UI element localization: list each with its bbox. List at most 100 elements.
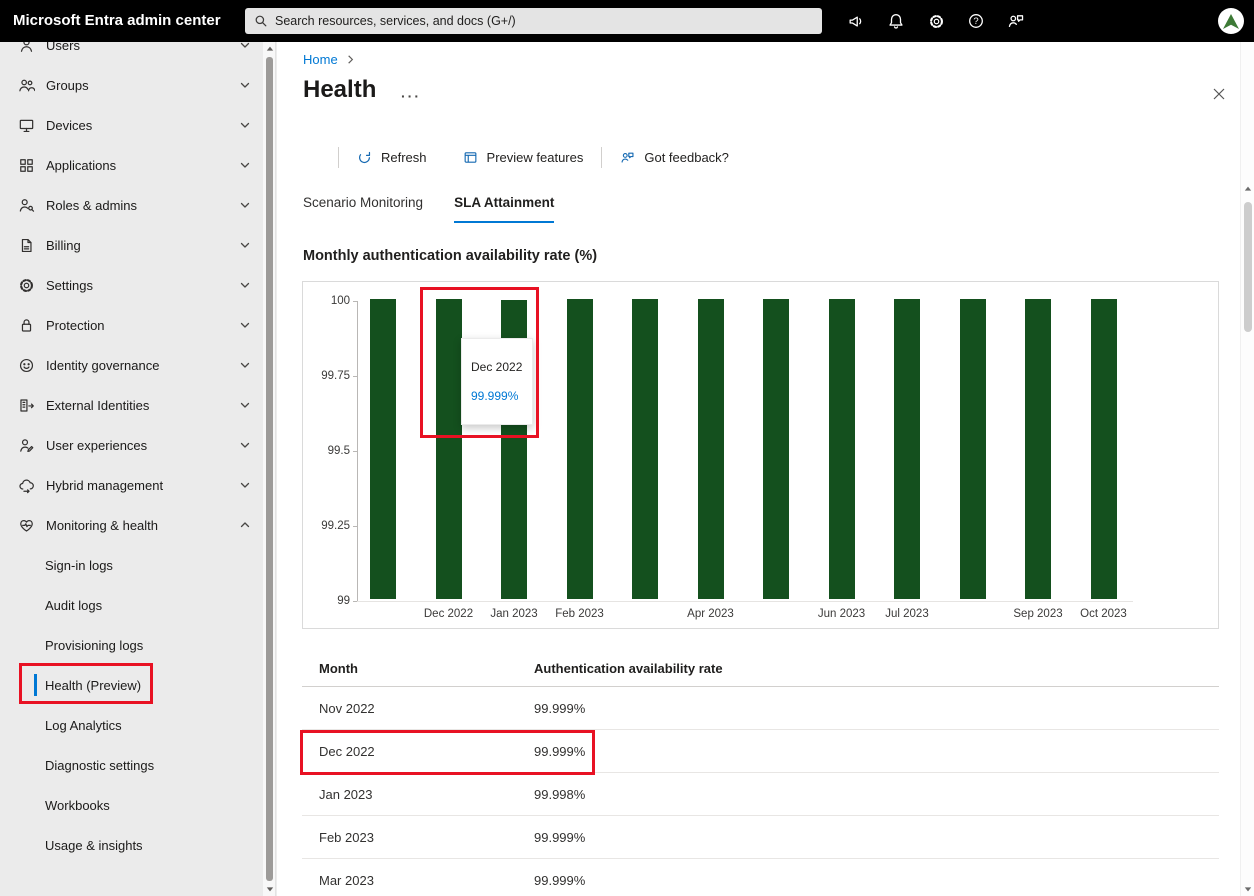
- global-search-input[interactable]: Search resources, services, and docs (G+…: [245, 8, 822, 34]
- sidebar-item-applications[interactable]: Applications: [0, 145, 263, 185]
- preview-features-button[interactable]: Preview features: [445, 142, 602, 172]
- chart-tooltip: Dec 2022 99.999%: [461, 338, 533, 425]
- settings-gear-icon: [18, 277, 35, 294]
- bar-sep-2023[interactable]: [1025, 299, 1051, 599]
- preview-features-label: Preview features: [487, 150, 584, 165]
- scrollbar-thumb[interactable]: [1244, 202, 1252, 332]
- x-axis: [357, 601, 1133, 602]
- topbar-icons: ?: [836, 0, 1036, 42]
- feedback-icon[interactable]: [996, 0, 1036, 42]
- bar-mar-2023[interactable]: [632, 299, 658, 599]
- scroll-down-icon[interactable]: [263, 882, 276, 896]
- protection-lock-icon: [18, 317, 35, 334]
- bar-dec-2022[interactable]: [436, 299, 462, 599]
- sidebar-item-label: Health (Preview): [45, 678, 141, 693]
- x-axis-label: Jan 2023: [481, 608, 547, 620]
- search-placeholder: Search resources, services, and docs (G+…: [275, 14, 516, 28]
- y-axis-tick: [353, 301, 357, 302]
- bar-jul-2023[interactable]: [894, 299, 920, 599]
- bar-apr-2023[interactable]: [698, 299, 724, 599]
- x-axis-label: Oct 2023: [1071, 608, 1137, 620]
- month-cell: Nov 2022: [302, 701, 534, 716]
- y-axis-tick: [353, 376, 357, 377]
- sidebar-scrollbar[interactable]: [263, 42, 276, 896]
- refresh-button[interactable]: Refresh: [339, 142, 445, 172]
- settings-gear-icon[interactable]: [916, 0, 956, 42]
- chevron-down-icon: [239, 439, 251, 451]
- sidebar-item-settings[interactable]: Settings: [0, 265, 263, 305]
- applications-icon: [18, 157, 35, 174]
- sla-table-body: Nov 202299.999%Dec 202299.999%Jan 202399…: [302, 687, 1219, 896]
- sidebar-item-protection[interactable]: Protection: [0, 305, 263, 345]
- month-cell: Feb 2023: [302, 830, 534, 845]
- sidebar-item-label: Monitoring & health: [46, 518, 158, 533]
- sidebar-item-workbooks[interactable]: Workbooks: [0, 785, 263, 825]
- sidebar-item-usage-insights[interactable]: Usage & insights: [0, 825, 263, 865]
- bar-oct-2023[interactable]: [1091, 299, 1117, 599]
- sidebar-item-provisioning-logs[interactable]: Provisioning logs: [0, 625, 263, 665]
- topbar: Microsoft Entra admin center Search reso…: [0, 0, 1254, 42]
- y-axis: [357, 301, 358, 601]
- sidebar-item-audit-logs[interactable]: Audit logs: [0, 585, 263, 625]
- y-axis-label: 99: [308, 595, 350, 607]
- overflow-menu-button[interactable]: ···: [401, 88, 421, 104]
- tab-scenario-monitoring[interactable]: Scenario Monitoring: [303, 195, 423, 223]
- chevron-up-icon: [239, 519, 251, 531]
- sidebar-item-label: Diagnostic settings: [45, 758, 154, 773]
- sidebar-item-label: Identity governance: [46, 358, 159, 373]
- close-icon[interactable]: [1209, 84, 1229, 104]
- breadcrumb-home-link[interactable]: Home: [303, 52, 338, 67]
- bar-feb-2023[interactable]: [567, 299, 593, 599]
- user-experiences-icon: [18, 437, 35, 454]
- whats-new-icon[interactable]: [836, 0, 876, 42]
- sidebar-item-groups[interactable]: Groups: [0, 65, 263, 105]
- sidebar-item-hybrid-management[interactable]: Hybrid management: [0, 465, 263, 505]
- bar-jun-2023[interactable]: [829, 299, 855, 599]
- avatar[interactable]: [1218, 8, 1244, 34]
- sidebar-item-monitoring-health[interactable]: Monitoring & health: [0, 505, 263, 545]
- sidebar-item-external-identities[interactable]: External Identities: [0, 385, 263, 425]
- table-row-feb-2023: Feb 202399.999%: [302, 816, 1219, 859]
- bar-nov-2022[interactable]: [370, 299, 396, 599]
- page-title: Health: [303, 76, 376, 104]
- sidebar-item-users[interactable]: Users: [0, 42, 263, 65]
- sidebar-item-devices[interactable]: Devices: [0, 105, 263, 145]
- notifications-bell-icon[interactable]: [876, 0, 916, 42]
- groups-icon: [18, 77, 35, 94]
- sidebar-item-health-preview[interactable]: Health (Preview): [0, 665, 263, 705]
- got-feedback-button[interactable]: Got feedback?: [602, 142, 747, 172]
- table-row-jan-2023: Jan 202399.998%: [302, 773, 1219, 816]
- scrollbar-thumb[interactable]: [266, 57, 273, 881]
- sidebar-item-label: Workbooks: [45, 798, 110, 813]
- y-axis-label: 99.25: [308, 520, 350, 532]
- bar-may-2023[interactable]: [763, 299, 789, 599]
- help-icon[interactable]: ?: [956, 0, 996, 42]
- sidebar-item-roles-admins[interactable]: Roles & admins: [0, 185, 263, 225]
- tab-sla-attainment[interactable]: SLA Attainment: [454, 195, 554, 223]
- rate-cell: 99.999%: [534, 744, 585, 759]
- table-row-mar-2023: Mar 202399.999%: [302, 859, 1219, 896]
- search-icon: [254, 14, 268, 28]
- chevron-down-icon: [239, 319, 251, 331]
- scroll-up-icon[interactable]: [1241, 182, 1254, 196]
- refresh-icon: [357, 150, 372, 165]
- sidebar-item-label: Protection: [46, 318, 105, 333]
- sidebar-item-user-experiences[interactable]: User experiences: [0, 425, 263, 465]
- sidebar-item-diagnostic-settings[interactable]: Diagnostic settings: [0, 745, 263, 785]
- chevron-down-icon: [239, 359, 251, 371]
- chevron-down-icon: [239, 159, 251, 171]
- sidebar-item-billing[interactable]: Billing: [0, 225, 263, 265]
- sidebar-nav: UsersGroups Devices ApplicationsRoles & ad…: [0, 42, 263, 896]
- main-scrollbar[interactable]: [1240, 42, 1254, 896]
- chart-section-title: Monthly authentication availability rate…: [303, 248, 597, 264]
- sidebar-item-log-analytics[interactable]: Log Analytics: [0, 705, 263, 745]
- svg-text:?: ?: [973, 16, 978, 27]
- sidebar-item-sign-in-logs[interactable]: Sign-in logs: [0, 545, 263, 585]
- scroll-up-icon[interactable]: [263, 42, 276, 56]
- scroll-down-icon[interactable]: [1241, 882, 1254, 896]
- bar-aug-2023[interactable]: [960, 299, 986, 599]
- sidebar-items: UsersGroups Devices ApplicationsRoles & ad…: [0, 42, 263, 865]
- sidebar-item-label: Devices: [46, 118, 92, 133]
- chevron-right-icon: [345, 54, 356, 65]
- sidebar-item-identity-governance[interactable]: Identity governance: [0, 345, 263, 385]
